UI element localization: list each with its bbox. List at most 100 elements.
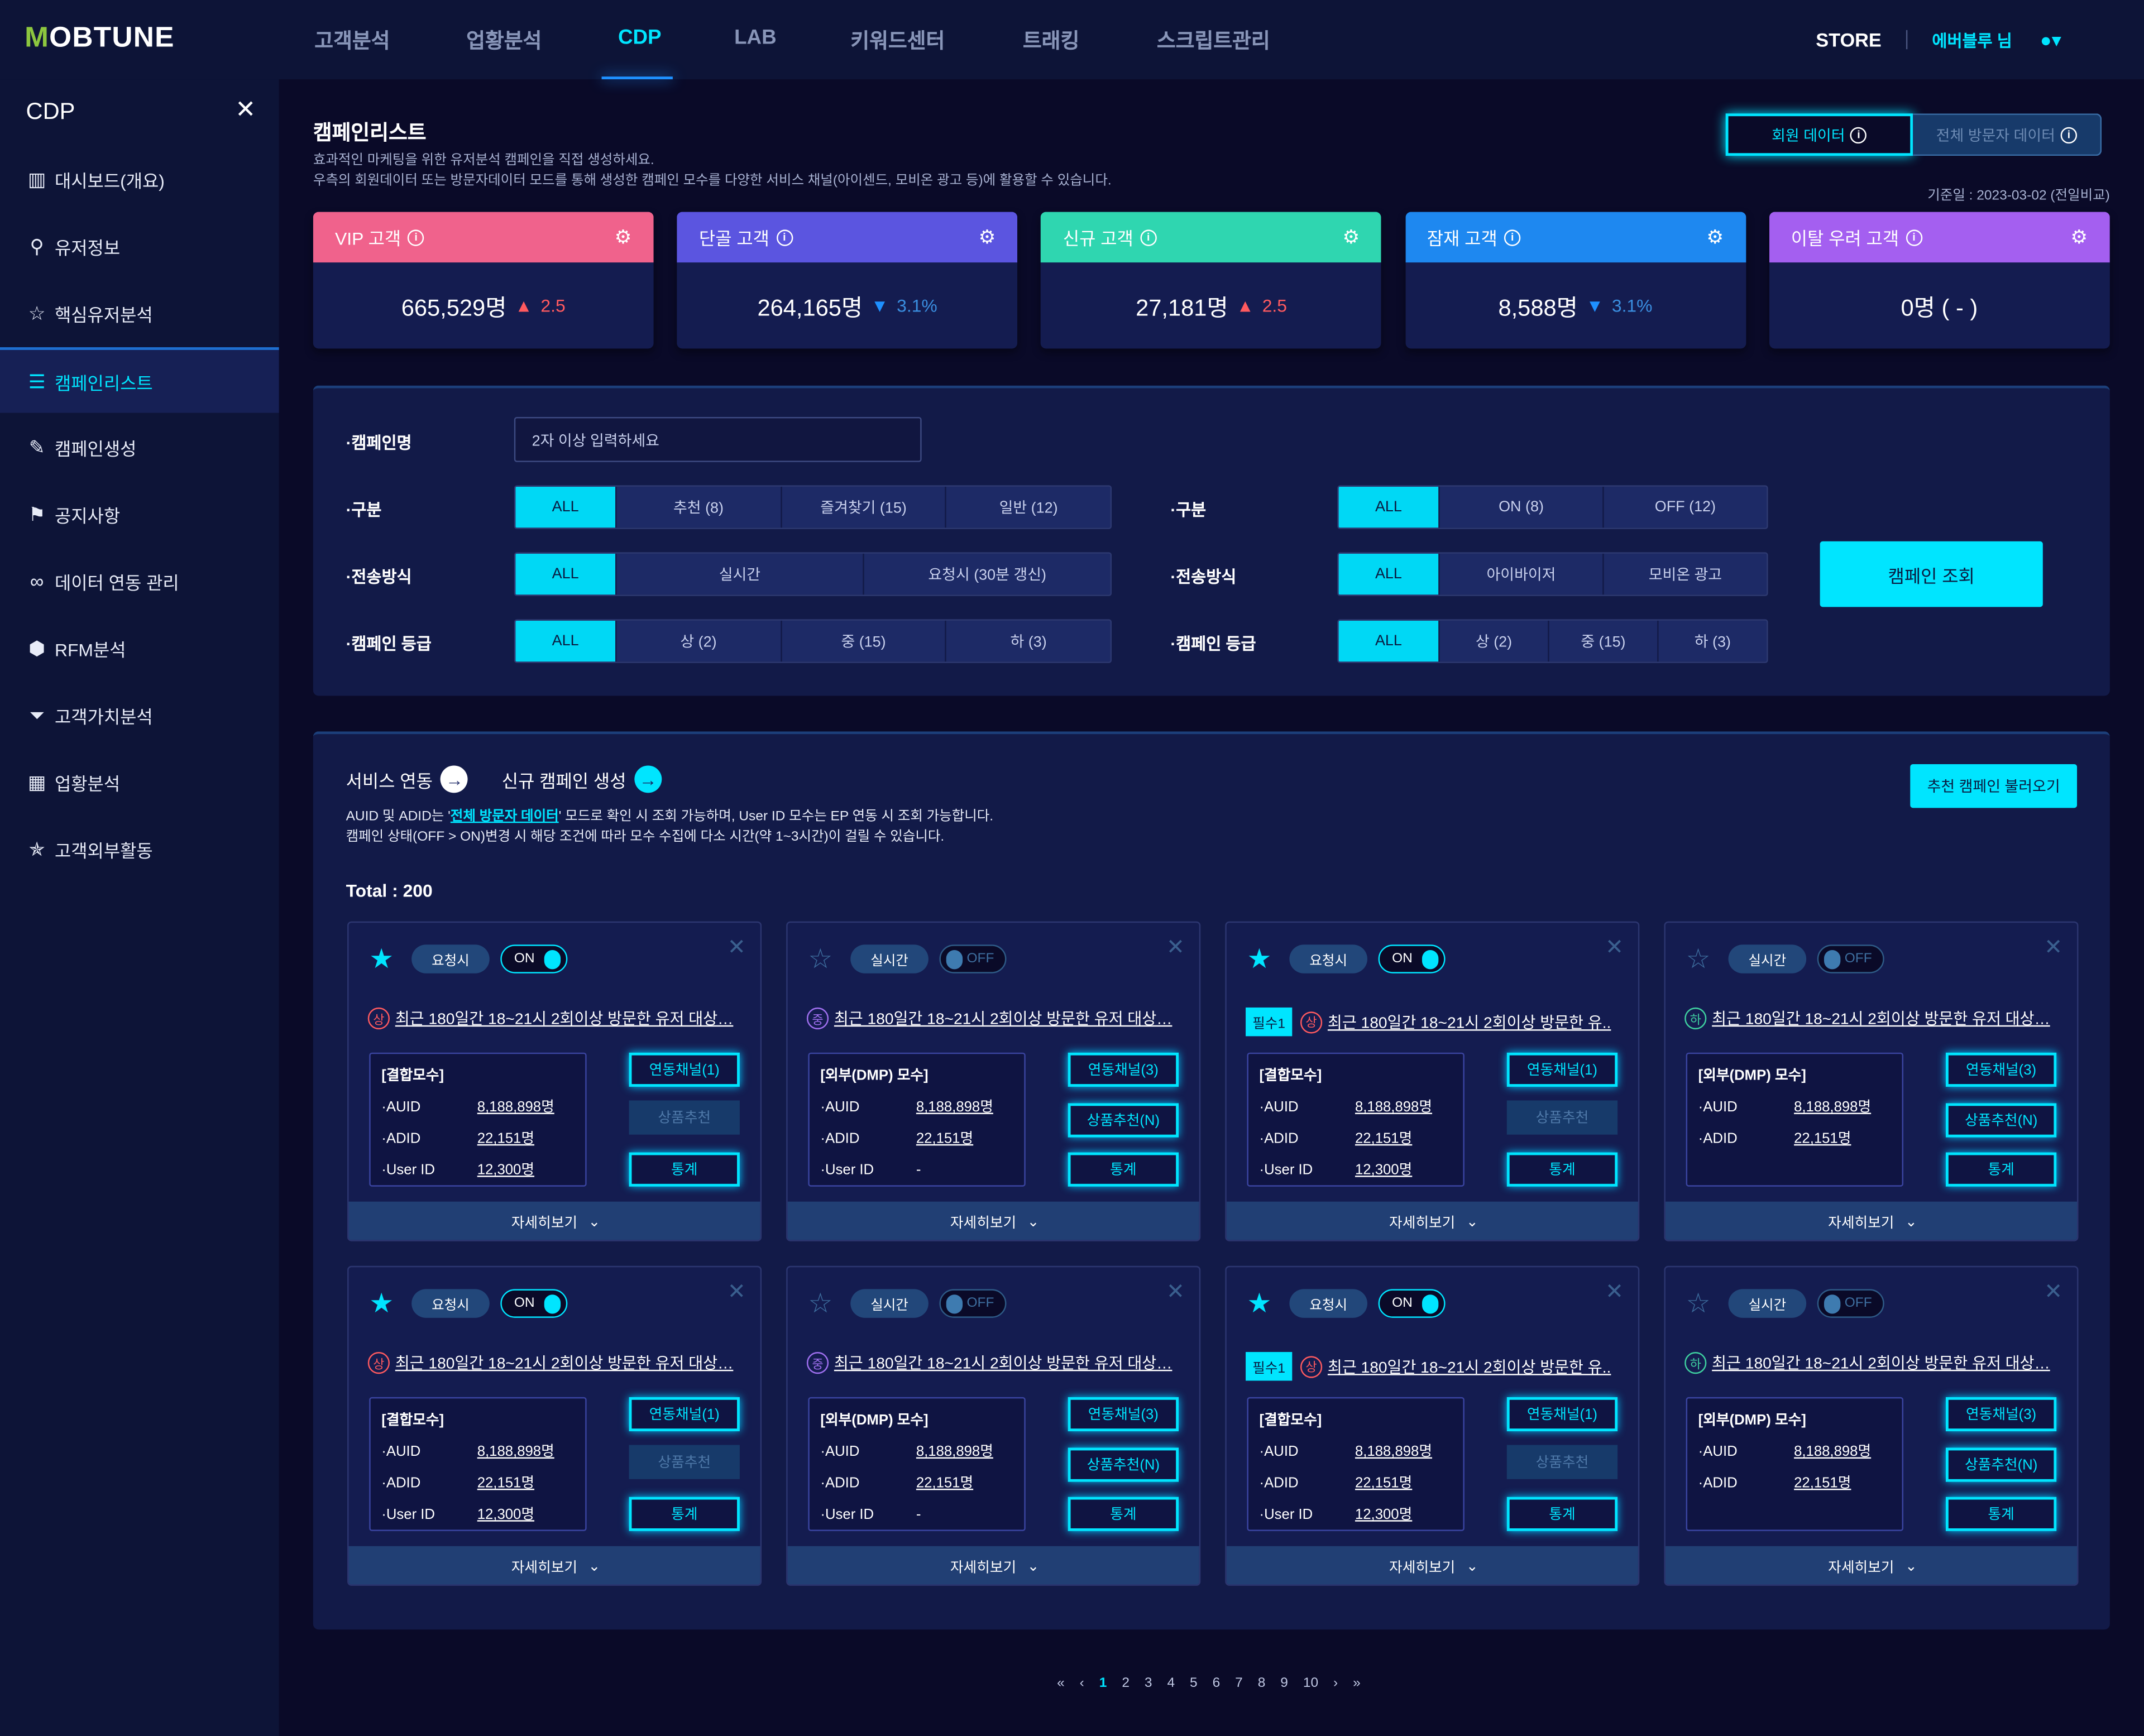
stats-button[interactable]: 통계 <box>1506 1497 1618 1531</box>
new-campaign-link[interactable]: 신규 캠페인 생성 → <box>502 765 662 793</box>
close-icon[interactable]: ✕ <box>235 95 256 124</box>
stats-button[interactable]: 통계 <box>1068 1497 1179 1531</box>
favorite-star-icon[interactable]: ☆ <box>1686 1287 1711 1321</box>
audience-value[interactable]: 22,151명 <box>1355 1128 1412 1148</box>
linked-channel-button[interactable]: 연동채널(1) <box>629 1397 740 1432</box>
filter-option[interactable]: 일반 (12) <box>945 486 1111 528</box>
filter-option[interactable]: ALL <box>1338 553 1439 595</box>
all-visitor-data-link[interactable]: 전체 방문자 데이터 <box>451 809 559 824</box>
on-off-toggle[interactable]: OFF <box>939 944 1007 973</box>
filter-option[interactable]: 모비온 광고 <box>1602 553 1767 595</box>
product-recommend-button[interactable]: 상품추천(N) <box>1068 1447 1179 1482</box>
filter-option[interactable]: 상 (2) <box>1438 620 1548 662</box>
campaign-title-link[interactable]: 최근 180일간 18~21시 2회이상 방문한 유저 대상… <box>1712 1008 2050 1029</box>
prev-page-icon[interactable]: ‹ <box>1080 1676 1084 1691</box>
campaign-title-link[interactable]: 최근 180일간 18~21시 2회이상 방문한 유저 대상… <box>395 1008 734 1029</box>
nav-tab[interactable]: 고객분석 <box>314 26 390 55</box>
nav-tab[interactable]: LAB <box>734 26 776 50</box>
audience-value[interactable]: 8,188,898명 <box>477 1441 554 1461</box>
filter-option[interactable]: ALL <box>515 486 616 528</box>
close-icon[interactable]: ✕ <box>1605 934 1624 961</box>
audience-value[interactable]: 8,188,898명 <box>477 1096 554 1117</box>
audience-value[interactable]: 22,151명 <box>477 1128 534 1148</box>
linked-channel-button[interactable]: 연동채널(3) <box>1068 1052 1179 1087</box>
filter-option[interactable]: ALL <box>1338 486 1439 528</box>
filter-option[interactable]: 추천 (8) <box>615 486 781 528</box>
close-icon[interactable]: ✕ <box>1166 1278 1185 1306</box>
more-details-button[interactable]: 자세히보기 ⌄ <box>1665 1546 2078 1585</box>
linked-channel-button[interactable]: 연동채널(1) <box>1506 1397 1618 1432</box>
info-icon[interactable]: i <box>2060 126 2078 143</box>
on-off-toggle[interactable]: ON <box>500 1289 568 1318</box>
linked-channel-button[interactable]: 연동채널(3) <box>1945 1052 2057 1087</box>
info-icon[interactable]: i <box>1850 126 1867 143</box>
stats-button[interactable]: 통계 <box>1506 1152 1618 1187</box>
audience-value[interactable]: 12,300명 <box>477 1159 534 1180</box>
info-icon[interactable]: i <box>776 229 793 246</box>
info-icon[interactable]: i <box>408 229 424 246</box>
on-off-toggle[interactable]: OFF <box>939 1289 1007 1318</box>
nav-tab[interactable]: 스크립트관리 <box>1157 26 1270 55</box>
close-icon[interactable]: ✕ <box>1605 1278 1624 1306</box>
page-number[interactable]: 5 <box>1190 1676 1198 1691</box>
favorite-star-icon[interactable]: ☆ <box>808 942 832 976</box>
favorite-star-icon[interactable]: ★ <box>1247 1287 1271 1321</box>
next-page-icon[interactable]: › <box>1333 1676 1338 1691</box>
audience-value[interactable]: 22,151명 <box>1355 1473 1412 1493</box>
user-menu-icon[interactable]: ●▾ <box>2040 28 2061 52</box>
page-number[interactable]: 1 <box>1099 1676 1107 1691</box>
campaign-title-link[interactable]: 최근 180일간 18~21시 2회이상 방문한 유.. <box>1328 1355 1611 1377</box>
linked-channel-button[interactable]: 연동채널(3) <box>1945 1397 2057 1432</box>
sidebar-item[interactable]: ▥ 대시보드(개요) <box>0 146 279 212</box>
info-icon[interactable]: i <box>1140 229 1157 246</box>
gear-icon[interactable]: ⚙ <box>615 226 632 249</box>
sidebar-item[interactable]: ∞ 데이터 연동 관리 <box>0 548 279 614</box>
linked-channel-button[interactable]: 연동채널(1) <box>1506 1052 1618 1087</box>
all-visitor-data-tab[interactable]: 전체 방문자 데이터 i <box>1913 113 2102 156</box>
audience-value[interactable]: 22,151명 <box>1794 1473 1851 1493</box>
close-icon[interactable]: ✕ <box>2044 934 2062 961</box>
nav-tab[interactable]: 트래킹 <box>1023 26 1079 55</box>
filter-option[interactable]: 하 (3) <box>945 620 1111 662</box>
filter-option[interactable]: 실시간 <box>615 553 863 595</box>
campaign-title-link[interactable]: 최근 180일간 18~21시 2회이상 방문한 유저 대상… <box>834 1352 1172 1374</box>
user-name[interactable]: 에버블루 님 <box>1932 28 2012 52</box>
gear-icon[interactable]: ⚙ <box>979 226 996 249</box>
audience-value[interactable]: 8,188,898명 <box>1355 1441 1432 1461</box>
audience-value[interactable]: 8,188,898명 <box>1794 1441 1871 1461</box>
filter-option[interactable]: 아이바이저 <box>1438 553 1603 595</box>
campaign-search-button[interactable]: 캠페인 조회 <box>1820 541 2043 607</box>
audience-value[interactable]: 22,151명 <box>916 1473 973 1493</box>
on-off-toggle[interactable]: OFF <box>1817 944 1884 973</box>
nav-tab[interactable]: 업황분석 <box>466 26 542 55</box>
audience-value[interactable]: 8,188,898명 <box>916 1441 993 1461</box>
page-number[interactable]: 4 <box>1167 1676 1175 1691</box>
campaign-title-link[interactable]: 최근 180일간 18~21시 2회이상 방문한 유저 대상… <box>834 1008 1172 1029</box>
linked-channel-button[interactable]: 연동채널(1) <box>629 1052 740 1087</box>
on-off-toggle[interactable]: OFF <box>1817 1289 1884 1318</box>
filter-option[interactable]: ALL <box>1338 620 1439 662</box>
audience-value[interactable]: 12,300명 <box>1355 1504 1412 1524</box>
product-recommend-button[interactable]: 상품추천(N) <box>1945 1447 2057 1482</box>
filter-option[interactable]: ON (8) <box>1438 486 1603 528</box>
audience-value[interactable]: 22,151명 <box>477 1473 534 1493</box>
audience-value[interactable]: 22,151명 <box>916 1128 973 1148</box>
audience-value[interactable]: 12,300명 <box>1355 1159 1412 1180</box>
favorite-star-icon[interactable]: ☆ <box>808 1287 832 1321</box>
linked-channel-button[interactable]: 연동채널(3) <box>1068 1397 1179 1432</box>
more-details-button[interactable]: 자세히보기 ⌄ <box>1665 1201 2078 1240</box>
more-details-button[interactable]: 자세히보기 ⌄ <box>1226 1201 1638 1240</box>
filter-option[interactable]: 중 (15) <box>1548 620 1658 662</box>
more-details-button[interactable]: 자세히보기 ⌄ <box>348 1201 760 1240</box>
page-number[interactable]: 7 <box>1235 1676 1243 1691</box>
filter-option[interactable]: 하 (3) <box>1657 620 1767 662</box>
stats-button[interactable]: 통계 <box>629 1497 740 1531</box>
audience-value[interactable]: 12,300명 <box>477 1504 534 1524</box>
nav-tab[interactable]: 키워드센터 <box>850 26 945 55</box>
campaign-title-link[interactable]: 최근 180일간 18~21시 2회이상 방문한 유저 대상… <box>395 1352 734 1374</box>
stats-button[interactable]: 통계 <box>1945 1152 2057 1187</box>
sidebar-item[interactable]: ⏷ 고객가치분석 <box>0 682 279 748</box>
filter-option[interactable]: OFF (12) <box>1602 486 1767 528</box>
campaign-name-input[interactable]: 2자 이상 입력하세요 <box>514 416 922 462</box>
info-icon[interactable]: i <box>1504 229 1521 246</box>
